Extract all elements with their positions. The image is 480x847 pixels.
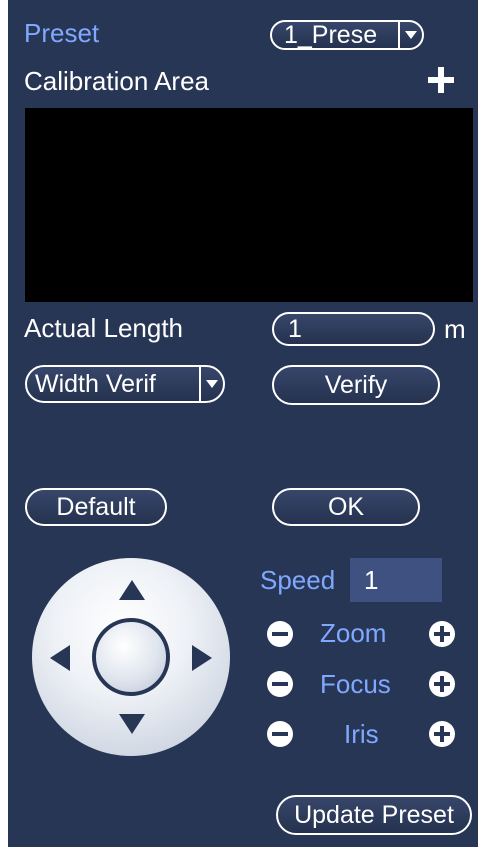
ptz-settings-panel: Preset 1_Prese Calibration Area Actual L… [8,0,478,847]
calibration-area-canvas[interactable] [25,108,473,302]
focus-label: Focus [320,669,391,699]
focus-plus-icon[interactable] [429,671,455,697]
chevron-down-icon [398,22,422,48]
actual-length-label: Actual Length [24,313,184,343]
verify-mode-dropdown[interactable]: Width Verif [25,365,225,403]
plus-icon[interactable] [427,66,455,94]
zoom-label: Zoom [320,618,387,648]
actual-length-value: 1 [288,314,302,343]
update-preset-button[interactable]: Update Preset [276,795,472,835]
arrow-left-icon[interactable] [50,645,70,671]
preset-dropdown[interactable]: 1_Prese [270,20,424,50]
calibration-area-label: Calibration Area [24,66,209,96]
iris-minus-icon[interactable] [267,721,293,747]
actual-length-unit: m [444,314,466,344]
speed-label: Speed [260,565,336,595]
speed-input[interactable]: 1 [350,558,442,602]
ok-button[interactable]: OK [272,488,420,526]
ptz-center-button[interactable] [92,618,170,696]
arrow-right-icon[interactable] [192,645,212,671]
arrow-up-icon[interactable] [119,580,145,600]
zoom-minus-icon[interactable] [267,621,293,647]
verify-mode-value: Width Verif [35,369,156,398]
preset-label: Preset [24,18,100,48]
focus-minus-icon[interactable] [267,671,293,697]
preset-dropdown-value: 1_Prese [284,20,378,49]
zoom-plus-icon[interactable] [429,621,455,647]
chevron-down-icon [199,367,223,401]
iris-plus-icon[interactable] [429,721,455,747]
arrow-down-icon[interactable] [119,714,145,734]
actual-length-input[interactable]: 1 [272,312,435,346]
ptz-joystick [32,558,230,756]
iris-label: Iris [344,719,379,749]
default-button[interactable]: Default [25,488,167,526]
verify-button[interactable]: Verify [272,365,440,405]
